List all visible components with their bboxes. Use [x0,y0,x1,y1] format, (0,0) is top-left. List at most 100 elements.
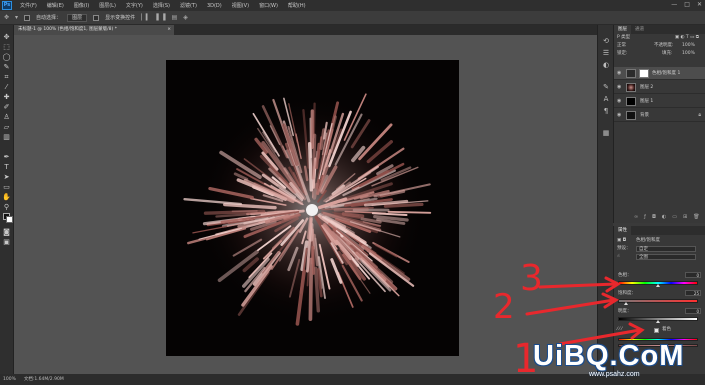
character-icon[interactable]: A [602,95,610,103]
distribute-icon[interactable]: ▤ [172,14,178,21]
crop-tool-icon[interactable]: ⌗ [2,73,11,81]
auto-select-checkbox[interactable] [24,14,31,21]
shape-tool-icon[interactable]: ▭ [2,183,11,191]
show-transform-checkbox[interactable] [93,14,100,21]
trash-icon[interactable]: 🗑︎ [693,213,699,221]
align-center-icon[interactable]: ▌▐ [156,14,165,21]
new-group-icon[interactable]: ▭ [672,213,677,221]
menu-3d[interactable]: 3D(D) [202,3,227,9]
paragraph-icon[interactable]: ¶ [602,107,610,115]
lightness-input[interactable]: 0 [685,308,701,314]
menu-select[interactable]: 选择(S) [148,2,175,9]
firework-streak [341,212,365,219]
target-adjust-icon[interactable]: ☝ [617,254,620,259]
blend-mode-select[interactable]: 正常 [617,43,626,48]
menu-edit[interactable]: 编辑(E) [42,2,69,9]
layer-name[interactable]: 色相/饱和度 1 [652,67,680,80]
hue-slider-handle[interactable] [656,284,660,287]
layer-filter-select[interactable]: P 类型 [617,35,630,40]
tab-layers[interactable]: 图层 [614,25,631,34]
fx-icon[interactable]: ƒ [644,213,646,221]
move-tool-icon[interactable]: ✥ [4,14,9,21]
3d-mode-icon[interactable]: ◈ [183,14,188,21]
tab-channels[interactable]: 通道 [631,25,648,34]
eyedropper-icon[interactable]: ⁄ ⁄ ⁄ [617,327,622,332]
close-tab-icon[interactable]: × [167,25,171,35]
saturation-slider[interactable] [618,299,698,303]
eye-icon[interactable]: ◉ [617,81,621,94]
path-select-icon[interactable]: ➤ [2,173,11,181]
menu-filter[interactable]: 滤镜(T) [175,2,202,9]
pen-tool-icon[interactable]: ✒ [2,153,11,161]
hue-input[interactable]: 0 [685,272,701,278]
adjustments-icon[interactable]: ◐ [602,61,610,69]
libraries-icon[interactable]: ▦ [602,129,610,137]
preset-select[interactable]: 自定 [636,246,696,252]
align-left-icon[interactable]: ▏▍ [141,14,150,21]
move-tool-icon[interactable]: ✥ [2,33,11,41]
text-tool-icon[interactable]: T [2,163,11,171]
eye-icon[interactable]: ◉ [617,95,621,108]
colorize-checkbox[interactable] [654,328,659,333]
menu-layer[interactable]: 图层(L) [94,2,121,9]
document-canvas[interactable] [166,60,459,356]
menu-image[interactable]: 图像(I) [69,2,94,9]
saturation-slider-handle[interactable] [624,302,628,305]
new-adjustment-icon[interactable]: ◐ [662,213,666,221]
menu-help[interactable]: 帮助(H) [283,2,311,9]
quick-select-tool-icon[interactable]: ✎ [2,63,11,71]
close-window-button[interactable]: ✕ [697,1,702,8]
screen-mode-icon[interactable]: ▣ [2,238,11,246]
properties-title: 属性 [614,226,631,235]
menu-file[interactable]: 文件(F) [15,2,42,9]
background-color-swatch[interactable] [6,216,13,223]
minimize-button[interactable]: — [671,1,677,8]
properties-panel-header: 属性 [614,226,705,235]
document-info: 文档:1.64M/2.90M [23,377,64,382]
lasso-tool-icon[interactable]: ◯ [2,53,11,61]
eye-icon[interactable]: ◉ [617,109,621,122]
document-tab[interactable]: 未标题-1 @ 100% (色相/饱和度1, 图层蒙版/8) * × [14,25,174,35]
maximize-button[interactable]: □ [684,1,690,8]
history-icon[interactable]: ⟲ [602,37,610,45]
link-layers-icon[interactable]: ∞ [634,213,638,221]
menu-view[interactable]: 视图(V) [227,2,254,9]
blend-row: 正常 不透明度: 100% [614,42,705,50]
eye-icon[interactable]: ◉ [617,67,621,80]
menu-type[interactable]: 文字(Y) [121,2,148,9]
channel-select[interactable]: 全图 [636,254,696,260]
marquee-tool-icon[interactable]: ⬚ [2,43,11,51]
eyedropper-tool-icon[interactable]: ⁄ [2,83,11,91]
zoom-level[interactable]: 100% [3,374,16,385]
healing-brush-icon[interactable]: ✚ [2,93,11,101]
brush-tool-icon[interactable]: ✐ [2,103,11,111]
eraser-tool-icon[interactable]: ▱ [2,123,11,131]
layer-row-background[interactable]: ◉ 背景 🔒︎ [614,109,705,122]
fill-input[interactable]: 100% [682,50,695,58]
layer-name[interactable]: 背景 [640,109,649,122]
gradient-tool-icon[interactable]: ▥ [2,133,11,141]
new-layer-icon[interactable]: ⊞ [683,213,687,221]
canvas-area[interactable] [14,35,610,374]
layer-row-hue-saturation[interactable]: ◉ 色相/饱和度 1 [614,67,705,80]
opacity-input[interactable]: 100% [682,42,695,50]
chevron-down-icon[interactable]: ▾ [15,14,18,21]
layer-name[interactable]: 图层 1 [640,95,653,108]
lightness-slider-handle[interactable] [656,320,660,323]
layer-row-layer-1[interactable]: ◉ 图层 1 [614,95,705,108]
layer-name[interactable]: 图层 2 [640,81,653,94]
quick-mask-icon[interactable]: ◙ [2,228,11,236]
properties-icon[interactable]: ☰ [602,49,610,57]
layer-mask-thumb[interactable] [639,69,649,78]
watermark-main: UiBQ.CoM [533,340,685,372]
menu-window[interactable]: 窗口(W) [254,2,283,9]
saturation-input[interactable]: 25 [685,290,701,296]
filter-icons[interactable]: ▣ ◐ T ▭ ⧉ [675,34,699,42]
hand-tool-icon[interactable]: ✋ [2,193,11,201]
layer-row-layer-2[interactable]: ◉ 图层 2 [614,81,705,94]
brush-settings-icon[interactable]: ✎ [602,83,610,91]
stamp-tool-icon[interactable]: ♙ [2,113,11,121]
zoom-tool-icon[interactable]: ⚲ [2,203,11,211]
auto-select-target-select[interactable]: 图层 [67,13,88,22]
add-mask-icon[interactable]: ◘ [652,213,656,221]
